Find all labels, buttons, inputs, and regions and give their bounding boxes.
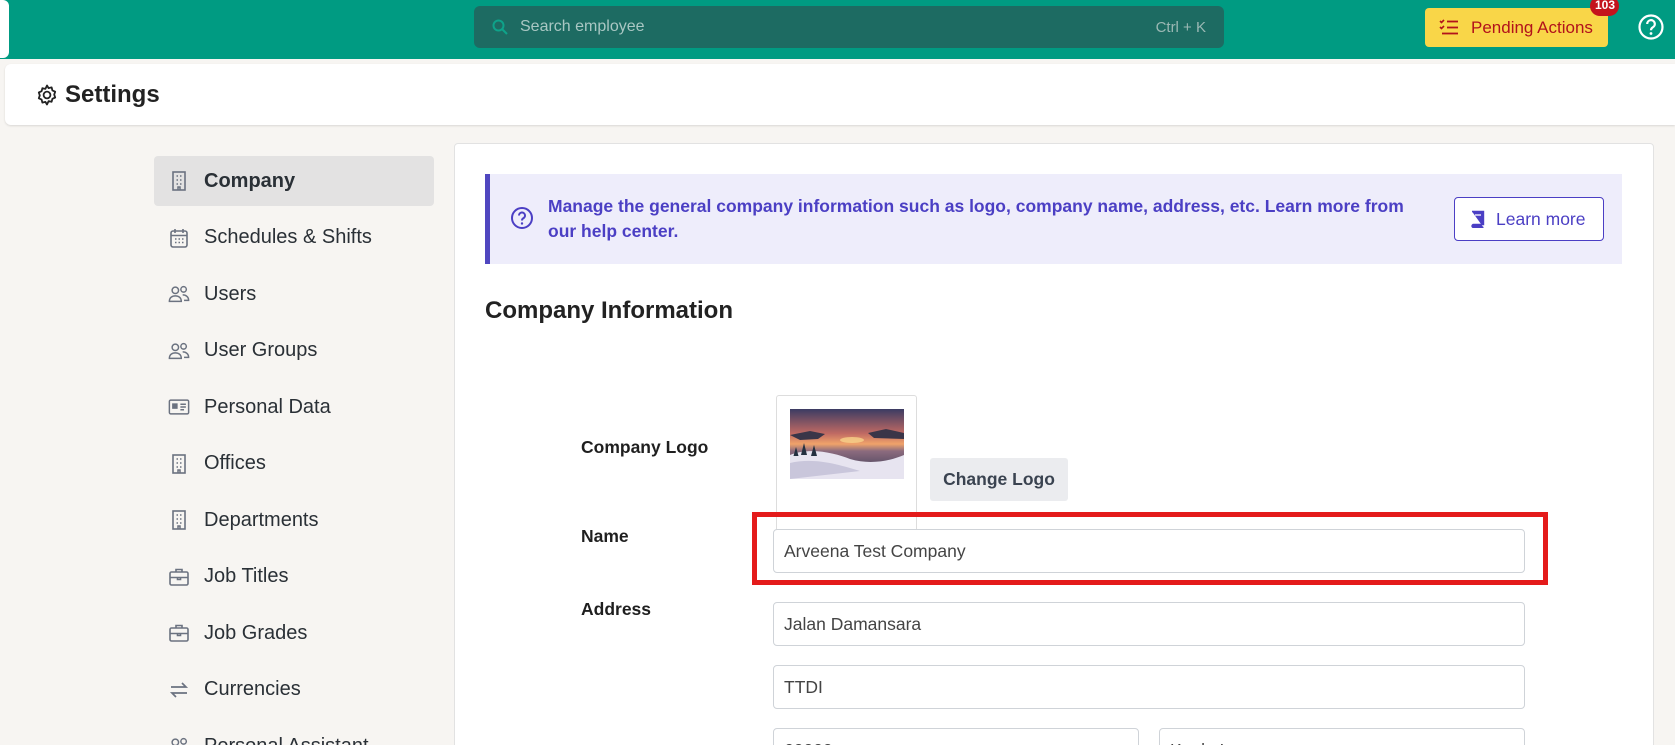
company-logo-image	[790, 409, 904, 479]
building-icon	[168, 509, 190, 531]
book-icon	[1471, 210, 1485, 228]
section-title: Company Information	[485, 297, 734, 324]
search-employee-input[interactable]: Search employee Ctrl + K	[474, 6, 1224, 48]
sidebar-item-label: Users	[204, 282, 257, 305]
sidebar-item-personal-assistant[interactable]: Personal Assistant	[154, 721, 434, 745]
settings-sidebar: Company Schedules & Shifts Users User Gr…	[154, 156, 434, 745]
search-placeholder: Search employee	[520, 18, 645, 35]
sidebar-item-offices[interactable]: Offices	[154, 439, 434, 489]
help-icon[interactable]	[1638, 14, 1664, 40]
sidebar-toggle[interactable]	[0, 0, 9, 58]
building-icon	[168, 453, 190, 475]
sidebar-item-label: Job Titles	[204, 565, 289, 587]
page-header: Settings	[5, 64, 1675, 125]
sidebar-item-personal-data[interactable]: Personal Data	[154, 382, 434, 432]
gear-icon	[37, 84, 57, 105]
briefcase-icon	[168, 566, 190, 588]
company-logo-label: Company Logo	[581, 437, 709, 457]
question-circle-icon	[511, 207, 533, 229]
sidebar-item-label: Currencies	[204, 678, 301, 700]
sidebar-item-currencies[interactable]: Currencies	[154, 665, 434, 715]
name-label: Name	[581, 526, 629, 546]
address-label: Address	[581, 599, 652, 619]
pending-actions-label: Pending Actions	[1471, 17, 1593, 37]
briefcase-icon	[168, 622, 190, 644]
sidebar-item-label: Personal Data	[204, 395, 331, 418]
learn-more-button[interactable]: Learn more	[1454, 197, 1604, 241]
task-list-icon	[1439, 18, 1458, 34]
id-card-icon	[168, 396, 190, 418]
sidebar-item-departments[interactable]: Departments	[154, 495, 434, 545]
change-logo-button[interactable]: Change Logo	[930, 458, 1068, 501]
info-text: Manage the general company information s…	[548, 196, 1404, 241]
postcode-input[interactable]	[773, 728, 1139, 745]
company-settings-card: Manage the general company information s…	[454, 143, 1654, 745]
sidebar-item-label: Personal Assistant	[204, 735, 369, 745]
search-shortcut: Ctrl + K	[1155, 18, 1206, 36]
pending-count-badge: 103	[1590, 0, 1620, 16]
calendar-icon	[168, 227, 190, 249]
sidebar-item-label: Schedules & Shifts	[204, 226, 372, 248]
address-line2-input[interactable]	[773, 665, 1525, 709]
sidebar-item-job-grades[interactable]: Job Grades	[154, 608, 434, 658]
sidebar-item-label: Job Grades	[204, 621, 308, 644]
learn-more-label: Learn more	[1496, 208, 1586, 229]
users-icon	[168, 283, 190, 305]
company-name-input[interactable]	[773, 529, 1525, 573]
users-icon	[168, 735, 190, 745]
page-title: Settings	[65, 80, 160, 108]
sidebar-item-label: User Groups	[204, 339, 318, 361]
sidebar-item-schedules-shifts[interactable]: Schedules & Shifts	[154, 213, 434, 263]
top-bar: Search employee Ctrl + K Pending Actions…	[0, 0, 1675, 59]
search-icon	[492, 19, 508, 35]
sidebar-item-company[interactable]: Company	[154, 156, 434, 206]
exchange-icon	[168, 679, 190, 701]
sidebar-item-label: Departments	[204, 508, 319, 531]
pending-actions-button[interactable]: Pending Actions	[1425, 8, 1608, 47]
address-line1-input[interactable]	[773, 602, 1525, 646]
sidebar-item-job-titles[interactable]: Job Titles	[154, 552, 434, 602]
info-banner: Manage the general company information s…	[485, 174, 1622, 264]
building-icon	[168, 170, 190, 192]
sidebar-item-user-groups[interactable]: User Groups	[154, 326, 434, 376]
sidebar-item-users[interactable]: Users	[154, 269, 434, 319]
sidebar-item-label: Company	[204, 169, 296, 192]
city-input[interactable]	[1159, 728, 1525, 745]
sidebar-item-label: Offices	[204, 452, 266, 474]
users-icon	[168, 340, 190, 362]
